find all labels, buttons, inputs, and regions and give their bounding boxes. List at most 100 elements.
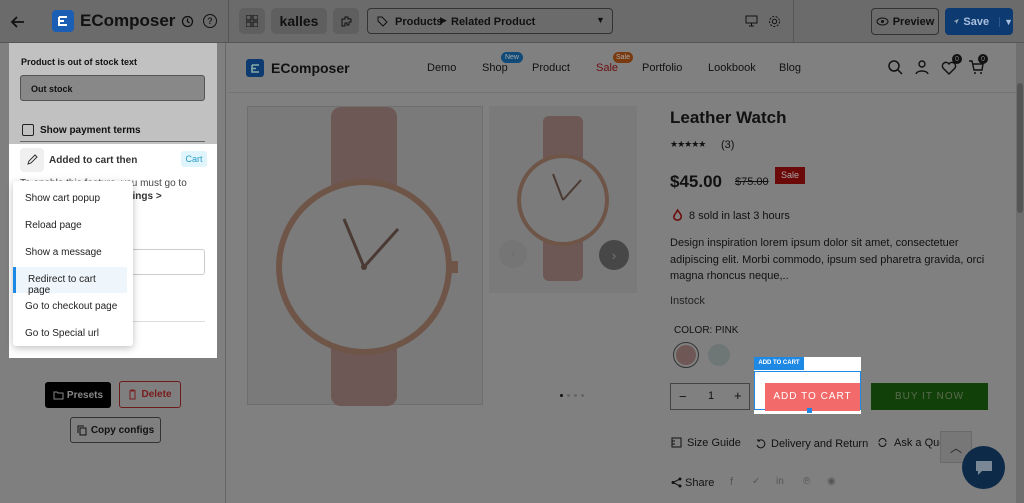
cart-count: 0 <box>978 54 988 64</box>
resize-handle[interactable] <box>807 408 812 413</box>
search-icon[interactable] <box>886 58 904 76</box>
facebook-icon[interactable]: f <box>730 476 733 488</box>
menu-item-go-to-checkout[interactable]: Go to checkout page <box>13 295 133 319</box>
product-title: Leather Watch <box>670 108 787 127</box>
chevron-left-icon: ‹ <box>511 248 515 260</box>
chevron-down-icon: ▼ <box>596 15 605 25</box>
puzzle-icon[interactable] <box>333 8 359 34</box>
atc-label: ADD TO CART <box>773 391 852 402</box>
store-logo-icon <box>246 59 264 77</box>
oos-input[interactable]: Out stock <box>20 75 205 101</box>
pinterest-icon[interactable]: ℗ <box>803 476 810 487</box>
nav-lookbook[interactable]: Lookbook <box>708 62 756 74</box>
pencil-icon[interactable] <box>20 148 44 172</box>
swatch-gray[interactable] <box>706 342 732 368</box>
size-guide-link[interactable]: Size Guide <box>687 437 741 449</box>
next-image-button[interactable]: › <box>599 240 629 270</box>
price: $45.00 <box>670 172 722 191</box>
ask-question-link[interactable]: Ask a Que <box>894 437 942 449</box>
dot[interactable] <box>574 394 577 397</box>
kalles-theme-button[interactable]: kalles <box>271 8 327 34</box>
presets-button[interactable]: Presets <box>45 382 111 408</box>
back-arrow-icon[interactable] <box>8 12 28 32</box>
nav-shop[interactable]: Shop <box>482 62 508 74</box>
chat-button[interactable] <box>962 446 1005 489</box>
page-selector[interactable]: Products ▶ Related Product ▼ <box>367 8 613 34</box>
slider-dots[interactable] <box>560 394 584 397</box>
menu-item-show-message[interactable]: Show a message <box>13 241 133 265</box>
reddit-icon[interactable]: ◉ <box>827 476 836 487</box>
review-count[interactable]: (3) <box>721 139 734 151</box>
nav-portfolio[interactable]: Portfolio <box>642 62 682 74</box>
delivery-link[interactable]: Delivery and Return <box>771 438 868 450</box>
dot-active[interactable] <box>560 394 563 397</box>
user-icon[interactable] <box>913 58 931 76</box>
store-brand: EComposer <box>271 60 350 76</box>
dot[interactable] <box>581 394 584 397</box>
save-dropdown-icon[interactable]: ▼ <box>999 16 1013 27</box>
breadcrumb-related: Related Product <box>451 16 536 28</box>
brand-name: EComposer <box>80 11 176 30</box>
product-thumb-image[interactable]: ‹ › <box>489 106 637 293</box>
buy-now-button[interactable]: BUY IT NOW <box>871 383 988 410</box>
menu-item-label: Reload page <box>25 220 82 231</box>
qty-minus-button[interactable]: − <box>679 389 687 404</box>
add-to-cart-button[interactable]: ADD TO CART <box>754 371 861 411</box>
preview-button[interactable]: Preview <box>871 8 939 35</box>
select-field[interactable] <box>132 249 205 275</box>
send-icon <box>953 18 959 25</box>
product-main-image[interactable] <box>247 106 483 406</box>
share-label: Share <box>685 477 715 489</box>
star-rating-icon: ★★★★★ <box>670 139 706 149</box>
grid-icon[interactable] <box>239 8 265 34</box>
quantity-stepper: − 1 + <box>670 383 750 410</box>
desktop-icon[interactable] <box>744 14 758 28</box>
dot[interactable] <box>567 394 570 397</box>
copy-configs-label: Copy configs <box>90 424 155 436</box>
save-label: Save <box>963 15 990 28</box>
swatch-pink[interactable] <box>673 342 699 368</box>
cart-badge: Cart <box>181 151 207 167</box>
menu-item-label: Go to checkout page <box>25 301 118 312</box>
chevron-right-icon: › <box>611 247 617 263</box>
menu-item-redirect-to-cart[interactable]: Redirect to cart page <box>13 267 127 296</box>
divider <box>132 321 205 322</box>
add-to-cart-inner[interactable]: ADD TO CART <box>765 383 860 411</box>
stock-status: Instock <box>670 295 705 307</box>
nav-product[interactable]: Product <box>532 62 570 74</box>
nav-sale[interactable]: Sale <box>596 62 618 74</box>
gear-icon[interactable] <box>767 14 781 28</box>
cart-badge-label: Cart <box>185 154 203 164</box>
help-icon[interactable]: ? <box>203 14 217 28</box>
oos-label: Product is out of stock text <box>21 57 138 67</box>
qty-value[interactable]: 1 <box>708 390 714 402</box>
return-icon <box>754 437 766 449</box>
shop-badge-label: New <box>504 54 519 61</box>
nav-demo[interactable]: Demo <box>427 62 456 74</box>
prev-image-button[interactable]: ‹ <box>499 240 527 268</box>
linkedin-icon[interactable]: in <box>776 476 784 487</box>
menu-item-show-cart-popup[interactable]: Show cart popup <box>13 187 133 211</box>
menu-item-special-url[interactable]: Go to Special url <box>13 322 133 346</box>
logo-icon <box>52 10 74 32</box>
history-icon[interactable] <box>180 14 194 28</box>
copy-configs-button[interactable]: Copy configs <box>70 417 161 443</box>
color-label: COLOR: PINK <box>674 325 739 336</box>
scrollbar-thumb[interactable] <box>1017 83 1023 213</box>
shop-new-badge: New <box>501 52 523 63</box>
delete-button[interactable]: Delete <box>119 381 181 408</box>
menu-item-label: Show a message <box>25 247 102 258</box>
divider <box>793 0 794 43</box>
share-icon <box>670 476 682 488</box>
delete-label: Delete <box>141 389 172 400</box>
sale-tag: Sale <box>775 167 805 184</box>
nav-blog[interactable]: Blog <box>779 62 801 74</box>
save-button[interactable]: Save ▼ <box>945 8 1013 35</box>
qty-plus-button[interactable]: + <box>734 388 742 403</box>
copy-icon <box>77 425 87 435</box>
product-description: Design inspiration lorem ipsum dolor sit… <box>670 235 990 285</box>
preview-scrollbar[interactable] <box>1016 43 1024 503</box>
payment-terms-checkbox[interactable] <box>22 124 34 136</box>
menu-item-reload-page[interactable]: Reload page <box>13 214 133 238</box>
twitter-icon[interactable]: ✓ <box>752 476 760 487</box>
